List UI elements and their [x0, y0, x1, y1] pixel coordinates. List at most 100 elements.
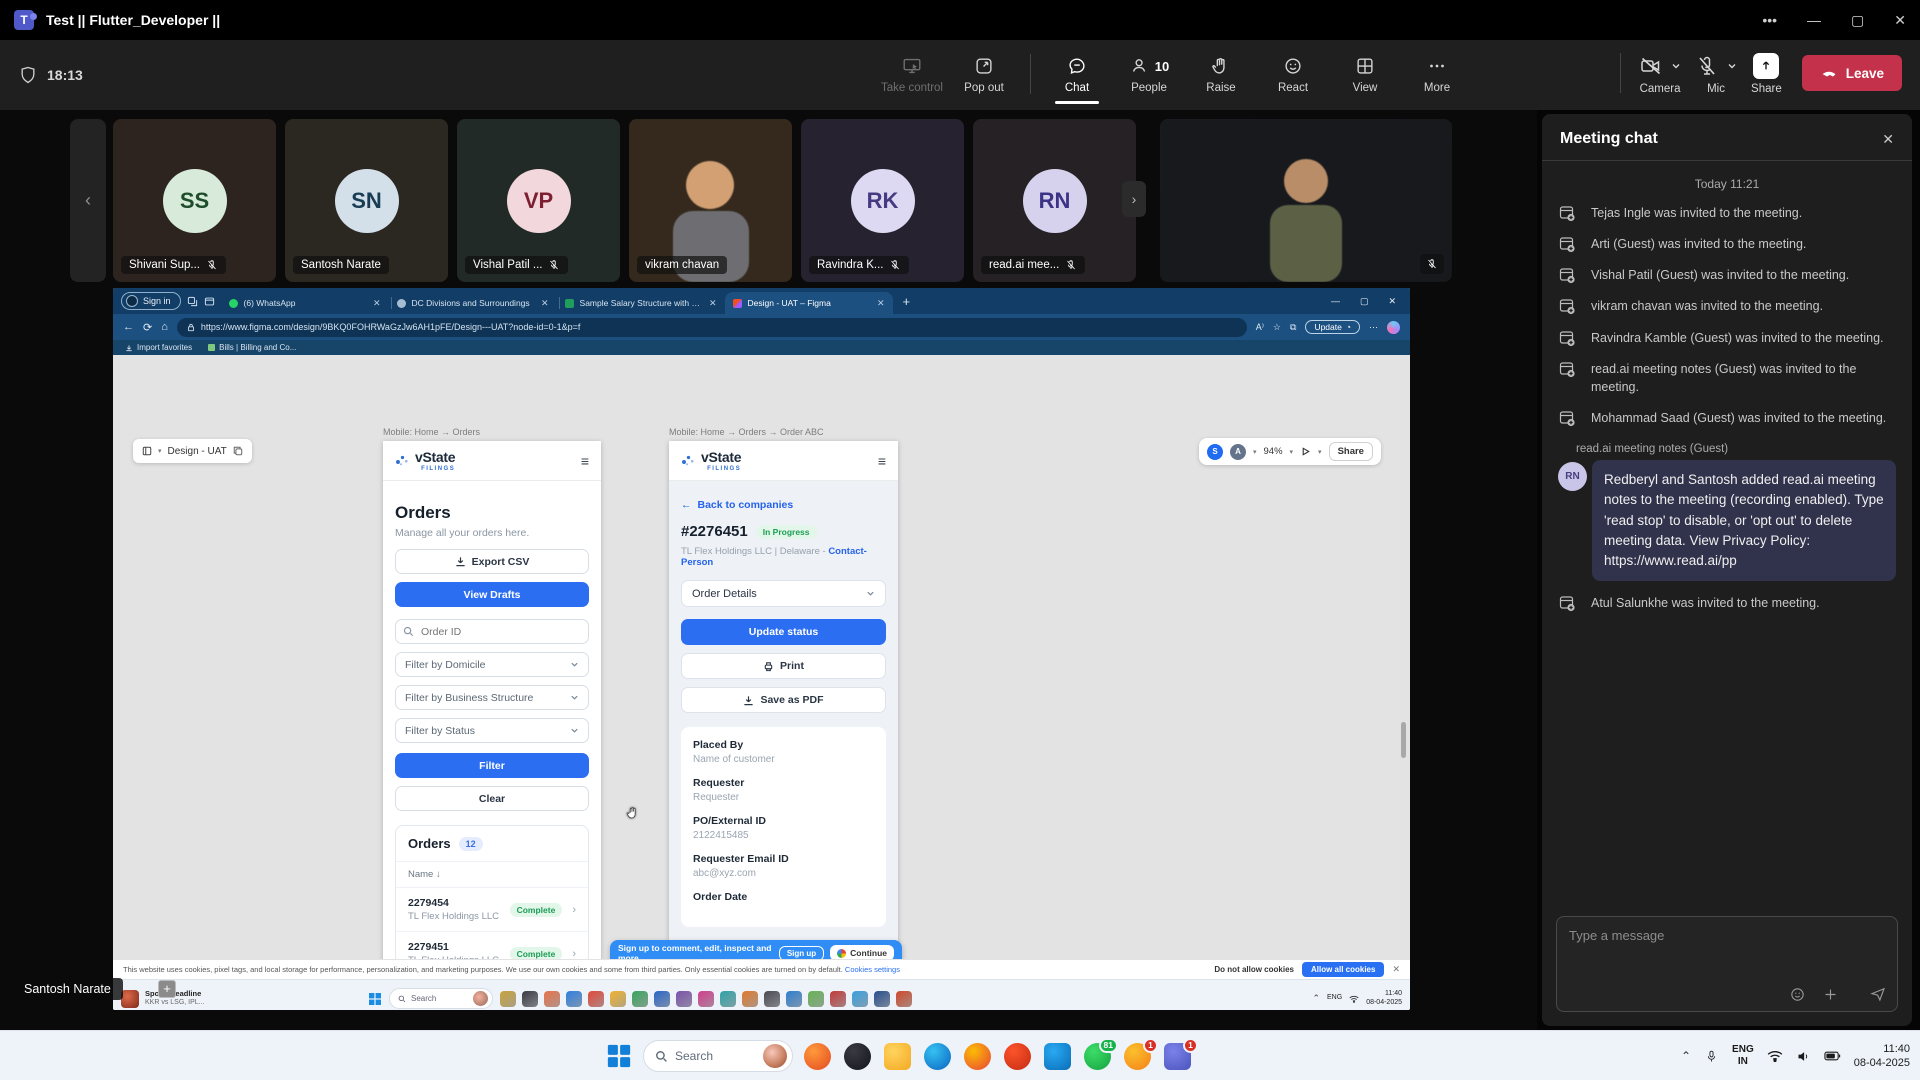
clear-button[interactable]: Clear — [395, 786, 589, 811]
taskbar-app-edge[interactable] — [924, 1043, 951, 1070]
attach-plus-icon[interactable] — [1822, 986, 1839, 1003]
pinned-app-icon[interactable] — [830, 991, 846, 1007]
taskbar-app-dark-app[interactable] — [844, 1043, 871, 1070]
browser-minimize-icon[interactable]: — — [1331, 296, 1340, 306]
collections-icon[interactable]: ⧉ — [1290, 322, 1296, 333]
browser-close-icon[interactable]: ✕ — [1388, 296, 1396, 307]
tab-close-icon[interactable]: ✕ — [877, 298, 885, 309]
chevron-down-icon[interactable] — [1671, 61, 1681, 71]
leave-button[interactable]: Leave — [1802, 55, 1902, 91]
window-minimize-icon[interactable]: — — [1807, 12, 1821, 28]
tab-close-icon[interactable]: ✕ — [541, 298, 549, 309]
view-button[interactable]: View — [1333, 48, 1397, 102]
pinned-app-icon[interactable] — [764, 991, 780, 1007]
pinned-app-icon[interactable] — [786, 991, 802, 1007]
raise-hand-button[interactable]: Raise — [1189, 48, 1253, 102]
read-aloud-icon[interactable]: A⁾ — [1256, 322, 1264, 333]
taskbar-app-vscode[interactable] — [1044, 1043, 1071, 1070]
browser-tab[interactable]: (6) WhatsApp✕ — [221, 292, 389, 314]
frame-label-orders[interactable]: Mobile: Home → Orders — [383, 427, 480, 437]
taskbar-app-chrome[interactable] — [964, 1043, 991, 1070]
filter-select[interactable]: Filter by Domicile — [395, 652, 589, 677]
pinned-app-icon[interactable] — [852, 991, 868, 1007]
save-as-pdf-button[interactable]: Save as PDF — [681, 687, 886, 713]
chevron-down-icon[interactable]: ▾ — [1318, 448, 1322, 456]
scroll-right-button[interactable]: › — [1122, 181, 1146, 217]
table-row[interactable]: 2279454TL Flex Holdings LLCComplete› — [396, 888, 588, 932]
allow-cookies-button[interactable]: Allow all cookies — [1302, 962, 1384, 977]
deny-cookies-button[interactable]: Do not allow cookies — [1214, 965, 1294, 974]
bookmark-import-favorites[interactable]: Import favorites — [125, 343, 192, 352]
active-speaker-tile[interactable] — [1160, 119, 1452, 282]
refresh-icon[interactable]: ⟳ — [143, 321, 152, 334]
shared-search-box[interactable]: Search — [389, 988, 493, 1009]
pinned-app-icon[interactable] — [808, 991, 824, 1007]
address-bar[interactable]: https://www.figma.com/design/9BKQ0FOHRWa… — [177, 318, 1247, 337]
collaborator-avatar[interactable]: S — [1207, 444, 1223, 460]
browser-tab[interactable]: Design - UAT – Figma✕ — [725, 292, 893, 314]
copilot-icon[interactable] — [1387, 321, 1400, 334]
back-icon[interactable]: ← — [123, 321, 134, 333]
take-control-button[interactable]: Take control — [880, 48, 944, 102]
emoji-icon[interactable] — [1789, 986, 1806, 1003]
update-status-button[interactable]: Update status — [681, 619, 886, 645]
pinned-app-icon[interactable] — [874, 991, 890, 1007]
browser-tab[interactable]: DC Divisions and Surroundings✕ — [389, 292, 557, 314]
pinned-app-icon[interactable] — [676, 991, 692, 1007]
participant-tile[interactable]: RNread.ai mee... — [973, 119, 1136, 282]
tray-chevron-icon[interactable]: ⌃ — [1312, 993, 1320, 1004]
workspaces-icon[interactable] — [187, 296, 198, 307]
start-button[interactable] — [606, 1043, 632, 1069]
pinned-app-icon[interactable] — [742, 991, 758, 1007]
print-button[interactable]: Print — [681, 653, 886, 679]
taskbar-app-file-explorer[interactable] — [884, 1043, 911, 1070]
browser-tab[interactable]: Sample Salary Structure with calc✕ — [557, 292, 725, 314]
tab-actions-icon[interactable] — [204, 296, 215, 307]
taskbar-app-brave[interactable] — [1004, 1043, 1031, 1070]
chevron-down-icon[interactable]: ▾ — [1253, 448, 1257, 456]
canvas-scrollbar[interactable] — [1401, 722, 1406, 758]
pinned-app-icon[interactable] — [544, 991, 560, 1007]
people-button[interactable]: 10 People — [1117, 48, 1181, 102]
send-icon[interactable] — [1869, 985, 1887, 1003]
pinned-app-icon[interactable] — [566, 991, 582, 1007]
pop-out-button[interactable]: Pop out — [952, 48, 1016, 102]
participant-tile[interactable]: SSShivani Sup... — [113, 119, 276, 282]
pinned-app-icon[interactable] — [654, 991, 670, 1007]
pinned-app-icon[interactable] — [588, 991, 604, 1007]
camera-button[interactable]: Camera — [1637, 47, 1683, 103]
table-row[interactable]: 2279451TL Flex Holdings LLCComplete› — [396, 932, 588, 959]
frame-label-order-abc[interactable]: Mobile: Home → Orders → Order ABC — [669, 427, 824, 437]
pinned-app-icon[interactable] — [720, 991, 736, 1007]
order-details-select[interactable]: Order Details — [681, 580, 886, 607]
chat-message-input[interactable]: Type a message — [1556, 916, 1898, 1012]
name-column-header[interactable]: Name ↓ — [396, 861, 588, 888]
taskbar-clock[interactable]: 11:4008-04-2025 — [1854, 1042, 1910, 1071]
pinned-app-icon[interactable] — [522, 991, 538, 1007]
hamburger-icon[interactable]: ≡ — [581, 453, 589, 469]
chat-button[interactable]: Chat — [1045, 48, 1109, 102]
close-icon[interactable]: ✕ — [1882, 131, 1894, 148]
tray-chevron-icon[interactable]: ⌃ — [1681, 1049, 1691, 1063]
filter-button[interactable]: Filter — [395, 753, 589, 778]
taskbar-app-teams[interactable]: 1 — [1164, 1043, 1191, 1070]
react-button[interactable]: React — [1261, 48, 1325, 102]
window-maximize-icon[interactable]: ▢ — [1851, 12, 1864, 29]
filter-select[interactable]: Filter by Status — [395, 718, 589, 743]
chevron-down-icon[interactable] — [1727, 61, 1737, 71]
google-continue-button[interactable]: Continue — [830, 945, 894, 959]
zoom-level[interactable]: 94% — [1264, 446, 1283, 457]
pinned-app-icon[interactable] — [698, 991, 714, 1007]
pinned-app-icon[interactable] — [896, 991, 912, 1007]
shared-clock[interactable]: 11:4008-04-2025 — [1366, 990, 1402, 1008]
window-more-icon[interactable]: ••• — [1762, 12, 1777, 28]
collaborator-avatar[interactable]: A — [1230, 444, 1246, 460]
home-icon[interactable]: ⌂ — [161, 321, 168, 333]
export-csv-button[interactable]: Export CSV — [395, 549, 589, 574]
tab-close-icon[interactable]: ✕ — [709, 298, 717, 309]
order-id-input[interactable] — [395, 619, 589, 644]
order-id-search[interactable] — [395, 619, 589, 644]
start-icon[interactable] — [368, 992, 382, 1006]
present-play-icon[interactable] — [1300, 446, 1311, 457]
chat-message-list[interactable]: Today 11:21Tejas Ingle was invited to th… — [1542, 161, 1912, 906]
